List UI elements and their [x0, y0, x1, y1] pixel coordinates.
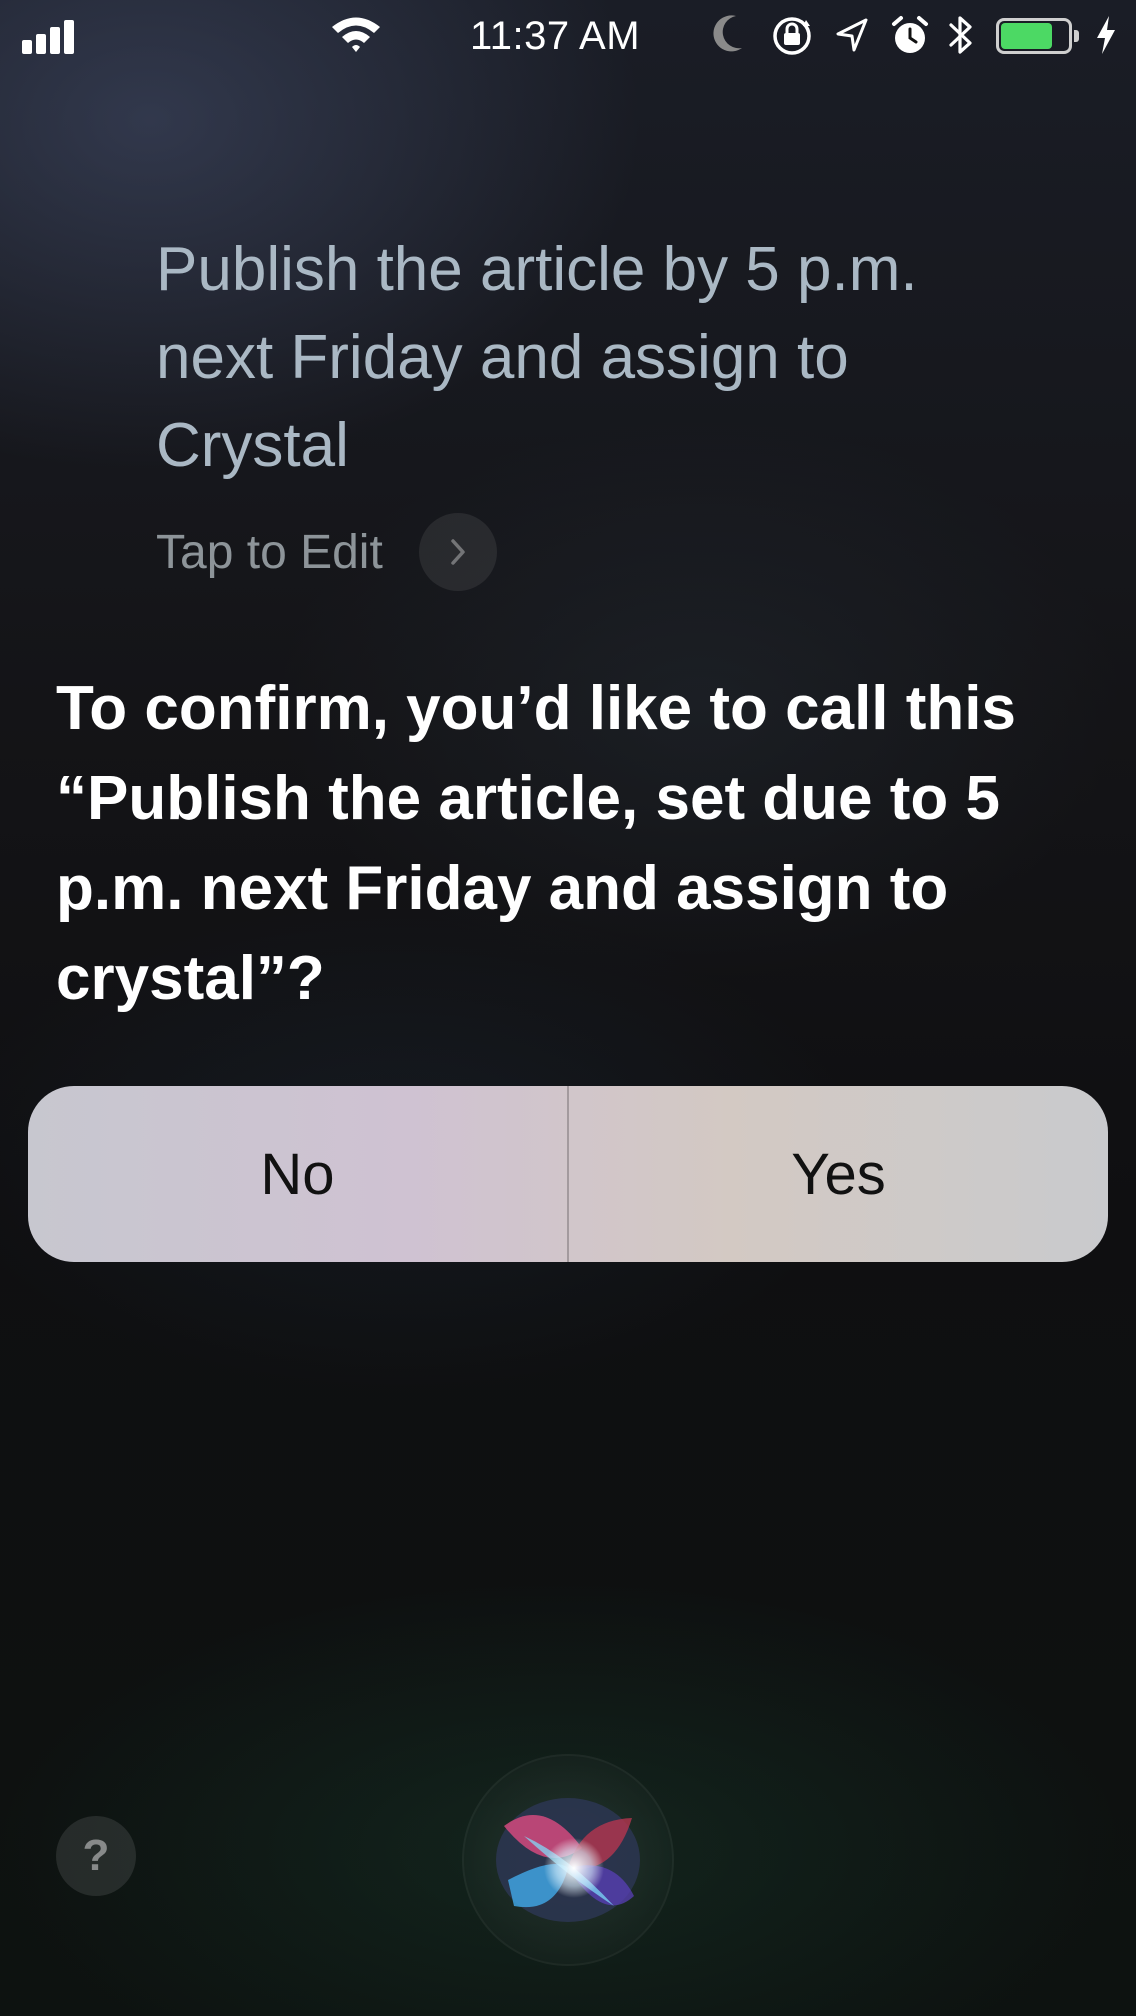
location-icon [834, 16, 870, 61]
cellular-signal-icon [22, 18, 82, 54]
bluetooth-icon [946, 12, 976, 63]
moon-icon [712, 12, 746, 61]
battery-level [1001, 23, 1052, 49]
status-bar: 11:37 AM [0, 0, 1136, 72]
charging-icon [1094, 14, 1118, 61]
battery-icon [996, 18, 1082, 56]
siri-response-text: To confirm, you’d like to call this “Pub… [56, 674, 1016, 1013]
rotation-lock-icon [770, 14, 814, 63]
wifi-icon [330, 14, 382, 59]
yes-button[interactable]: Yes [569, 1086, 1108, 1262]
alarm-icon [890, 14, 930, 63]
status-time: 11:37 AM [470, 14, 641, 58]
tap-to-edit-label[interactable]: Tap to Edit [156, 525, 383, 580]
siri-screen: 11:37 AM Publish the article by 5 p.m. n… [0, 0, 1136, 2016]
confirm-button-group: No Yes [28, 1086, 1108, 1262]
chevron-right-icon[interactable] [418, 513, 497, 591]
siri-query-text[interactable]: Publish the article by 5 p.m. next Frida… [156, 226, 1036, 490]
tap-to-edit[interactable]: Tap to Edit [156, 510, 497, 594]
help-button[interactable]: ? [56, 1816, 136, 1896]
siri-orb-icon[interactable] [464, 1756, 672, 1964]
no-button[interactable]: No [28, 1086, 567, 1262]
